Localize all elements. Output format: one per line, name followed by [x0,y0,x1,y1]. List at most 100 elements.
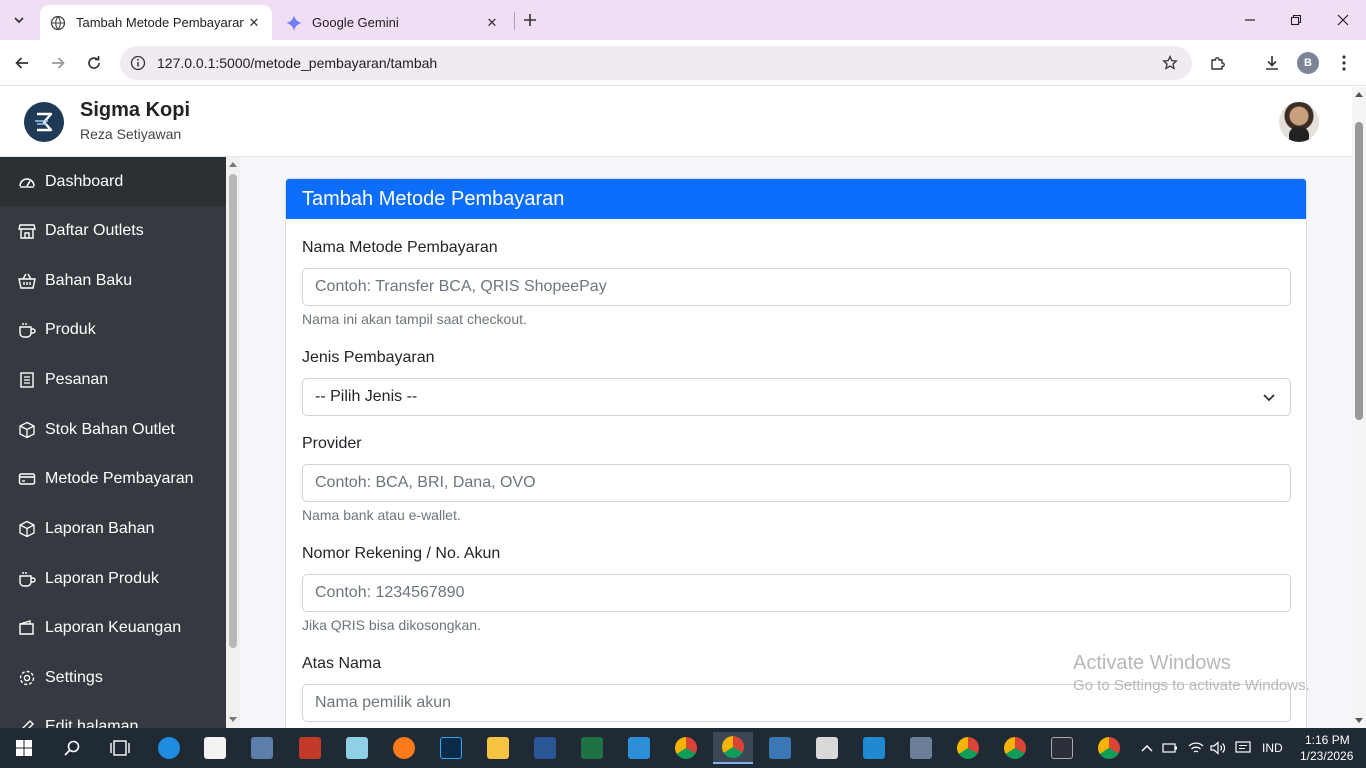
provider-input[interactable] [302,464,1291,502]
dashboard-icon [17,172,37,192]
sidebar-item-edit-halaman[interactable]: Edit halaman [0,702,226,728]
taskbar-app-7[interactable] [901,732,941,764]
activation-watermark: Activate Windows Go to Settings to activ… [1073,652,1310,694]
tab-title: Google Gemini [312,15,399,30]
scrollbar-thumb[interactable] [1355,122,1363,420]
taskbar-store[interactable] [195,732,235,764]
sidebar-item-daftar-outlets[interactable]: Daftar Outlets [0,206,226,255]
search-button[interactable] [52,732,92,764]
new-tab-button[interactable] [520,10,540,30]
network-button[interactable] [1186,732,1206,764]
restore-icon [1290,14,1302,26]
taskbar-edge[interactable] [149,732,189,764]
taskbar-vscode[interactable] [854,732,894,764]
address-bar[interactable]: 127.0.0.1:5000/metode_pembayaran/tambah [120,46,1192,80]
sidebar-item-metode-pembayaran[interactable]: Metode Pembayaran [0,454,226,503]
input-language[interactable]: IND [1262,741,1283,755]
taskbar-excel[interactable] [572,732,612,764]
forward-button[interactable] [46,51,70,75]
sidebar-item-laporan-keuangan[interactable]: Laporan Keuangan [0,603,226,652]
clock-time[interactable]: 1:16 PM [1305,733,1350,747]
taskbar-chrome-3[interactable] [995,732,1035,764]
avatar-body [1289,127,1309,142]
taskbar-app-3[interactable] [337,732,377,764]
sidebar-item-laporan-bahan[interactable]: Laporan Bahan [0,504,226,553]
store-icon [17,221,37,241]
tab-active[interactable]: Tambah Metode Pembayaran | S ✕ [40,5,272,40]
site-info-icon[interactable] [128,53,148,73]
scroll-up-icon[interactable] [1355,92,1363,97]
nomor-input[interactable] [302,574,1291,612]
sidebar-item-label: Settings [45,668,103,686]
taskbar-chrome-active[interactable] [713,732,753,764]
tab-search-button[interactable] [8,9,30,31]
notifications-button[interactable] [1232,732,1254,764]
restore-button[interactable] [1284,8,1308,32]
sidebar-scrollbar[interactable] [226,157,240,728]
browser-tab-bar: Tambah Metode Pembayaran | S ✕ Google Ge… [0,0,1366,40]
taskbar-app-8[interactable] [1042,732,1082,764]
page-scrollbar[interactable] [1352,87,1366,728]
downloads-button[interactable] [1260,51,1284,75]
taskbar-app-4[interactable] [619,732,659,764]
sidebar-item-stok-bahan-outlet[interactable]: Stok Bahan Outlet [0,405,226,454]
browser-toolbar: 127.0.0.1:5000/metode_pembayaran/tambah [0,40,1366,86]
taskbar-chrome-2[interactable] [948,732,988,764]
sidebar-item-laporan-produk[interactable]: Laporan Produk [0,554,226,603]
user-avatar[interactable] [1279,102,1319,142]
close-icon[interactable]: ✕ [244,13,264,33]
back-button[interactable] [10,51,34,75]
reload-icon [88,56,100,69]
app-icon [816,737,838,759]
sidebar-item-produk[interactable]: Produk [0,305,226,354]
taskbar-firefox[interactable] [384,732,424,764]
volume-button[interactable] [1208,732,1228,764]
url-text: 127.0.0.1:5000/metode_pembayaran/tambah [157,55,438,71]
cup-icon [17,569,37,589]
sidebar-item-dashboard[interactable]: Dashboard [0,157,226,206]
chrome-icon [1004,737,1026,759]
jenis-select[interactable]: -- Pilih Jenis -- [302,378,1291,416]
scroll-down-icon[interactable] [1355,718,1363,723]
app-icon [1051,737,1073,759]
taskbar-chrome[interactable] [666,732,706,764]
chat-icon [1235,741,1251,753]
profile-avatar[interactable]: B [1297,52,1319,74]
task-view-button[interactable] [100,732,140,764]
task-view-icon [110,740,130,756]
chrome-icon [675,737,697,759]
show-hidden-icons-button[interactable] [1137,732,1157,764]
sidebar-item-pesanan[interactable]: Pesanan [0,355,226,404]
taskbar-photoshop[interactable] [431,732,471,764]
taskbar-app-1[interactable] [242,732,282,764]
sidebar-item-bahan-baku[interactable]: Bahan Baku [0,256,226,305]
reload-button[interactable] [82,51,106,75]
nama-help: Nama ini akan tampil saat checkout. [302,311,527,327]
sigma-logo-icon [24,102,64,142]
taskbar-app-5[interactable] [760,732,800,764]
form-title: Tambah Metode Pembayaran [286,179,1306,219]
browser-menu-button[interactable] [1332,51,1356,75]
close-icon[interactable]: ✕ [482,13,502,33]
clock-date[interactable]: 1/23/2026 [1300,749,1353,763]
taskbar-chrome-4[interactable] [1089,732,1129,764]
taskbar-app-6[interactable] [807,732,847,764]
scroll-up-icon[interactable] [229,162,237,167]
minimize-button[interactable] [1238,8,1262,32]
battery-button[interactable] [1160,732,1180,764]
taskbar-file-explorer[interactable] [478,732,518,764]
extensions-button[interactable] [1206,51,1230,75]
scroll-down-icon[interactable] [229,717,237,722]
puzzle-icon [1211,57,1225,70]
nomor-label: Nomor Rekening / No. Akun [302,545,501,562]
minimize-icon [1245,19,1255,21]
nama-input[interactable] [302,268,1291,306]
taskbar-word[interactable] [525,732,565,764]
taskbar-app-2[interactable] [290,732,330,764]
start-button[interactable] [4,732,44,764]
sidebar-item-settings[interactable]: Settings [0,653,226,702]
scrollbar-thumb[interactable] [229,174,237,648]
tab-gemini[interactable]: Google Gemini ✕ [276,5,510,40]
close-window-button[interactable] [1331,8,1355,32]
bookmark-star-icon[interactable] [1160,53,1180,73]
